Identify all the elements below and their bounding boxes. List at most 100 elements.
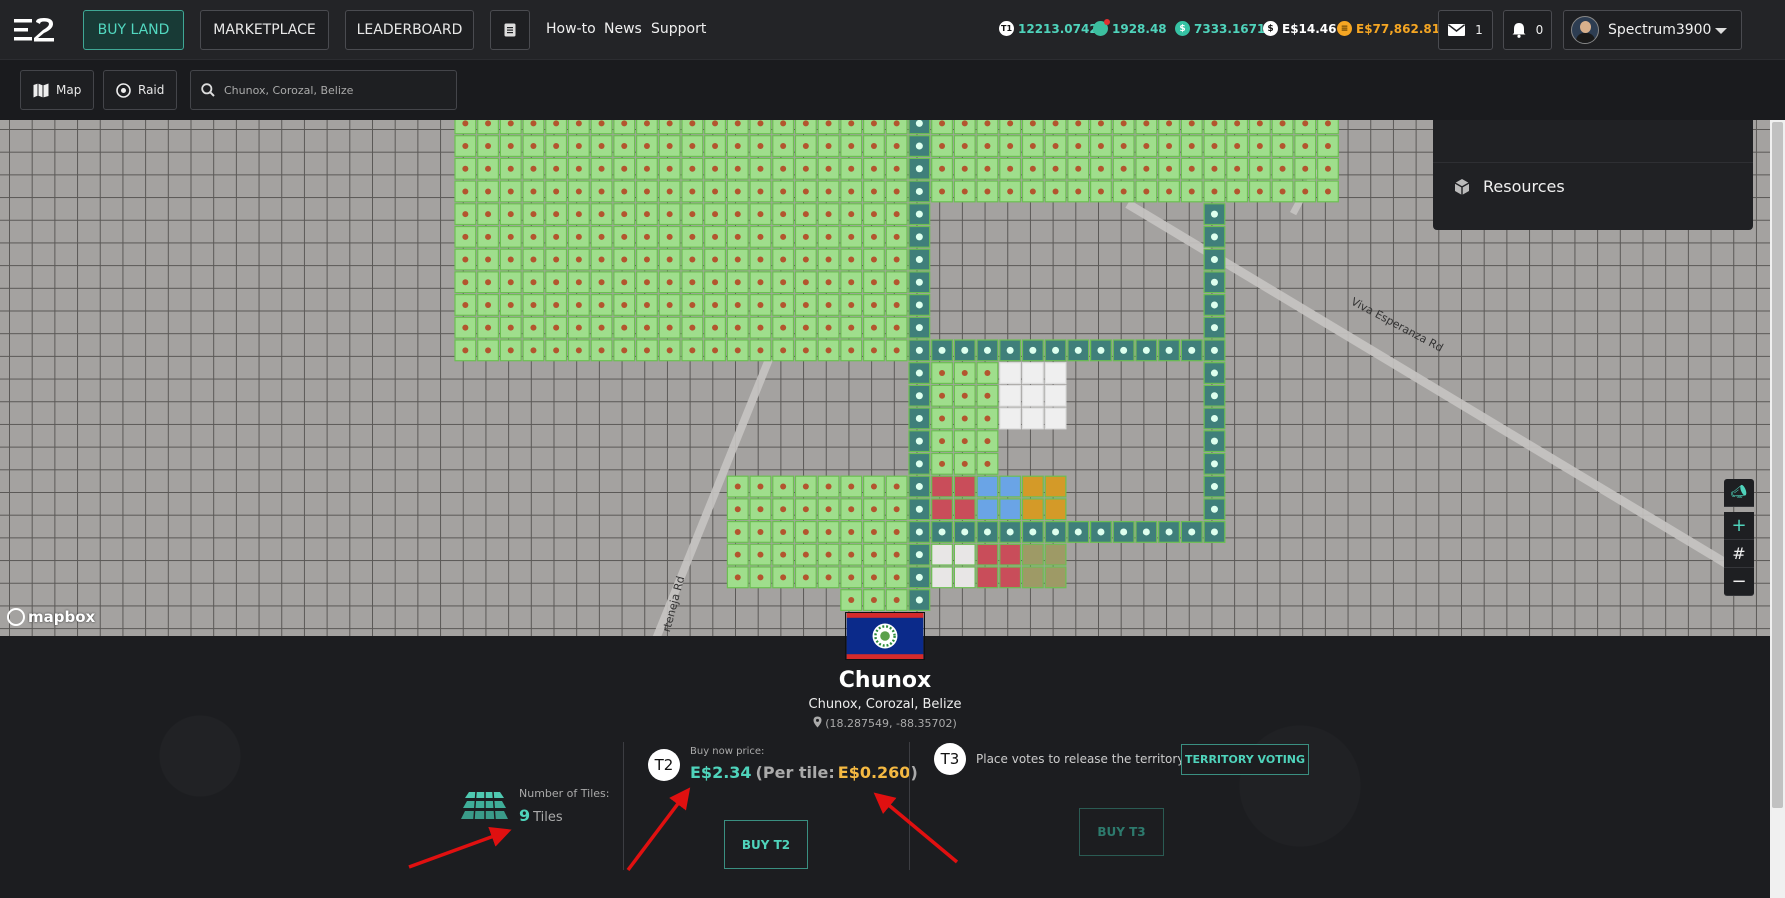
map-tile[interactable] bbox=[749, 316, 772, 339]
map-tile[interactable] bbox=[1089, 157, 1112, 180]
map-tile[interactable] bbox=[704, 248, 727, 271]
map-tile[interactable] bbox=[658, 180, 681, 203]
map-tile[interactable] bbox=[1203, 180, 1226, 203]
map-tile[interactable] bbox=[976, 543, 999, 566]
map-tile[interactable] bbox=[953, 452, 976, 475]
map-tile[interactable] bbox=[772, 135, 795, 158]
map-tile[interactable] bbox=[477, 271, 500, 294]
map-tile[interactable] bbox=[817, 543, 840, 566]
map-tile[interactable] bbox=[1112, 339, 1135, 362]
map-tile[interactable] bbox=[976, 135, 999, 158]
map-tile[interactable] bbox=[613, 135, 636, 158]
map-tile[interactable] bbox=[567, 271, 590, 294]
map-tile[interactable] bbox=[1271, 120, 1294, 135]
map-tile[interactable] bbox=[1067, 339, 1090, 362]
scrollbar-thumb[interactable] bbox=[1772, 122, 1783, 808]
map-tile[interactable] bbox=[908, 384, 931, 407]
map-tile[interactable] bbox=[454, 135, 477, 158]
map-tile[interactable] bbox=[862, 316, 885, 339]
map-tile[interactable] bbox=[1021, 157, 1044, 180]
map-tile[interactable] bbox=[1044, 120, 1067, 135]
map-tile[interactable] bbox=[1089, 180, 1112, 203]
map-tile[interactable] bbox=[862, 339, 885, 362]
map-tile[interactable] bbox=[658, 339, 681, 362]
map-tile[interactable] bbox=[1135, 339, 1158, 362]
map-tile[interactable] bbox=[931, 407, 954, 430]
map-tile[interactable] bbox=[1067, 180, 1090, 203]
map-tile[interactable] bbox=[885, 521, 908, 543]
map-tile[interactable] bbox=[658, 120, 681, 135]
map-tile[interactable] bbox=[1203, 203, 1226, 226]
map-tile[interactable] bbox=[477, 225, 500, 248]
map-tile[interactable] bbox=[908, 339, 931, 362]
map-tile[interactable] bbox=[1135, 135, 1158, 158]
map-tile[interactable] bbox=[772, 498, 795, 521]
location-search[interactable] bbox=[190, 70, 457, 110]
map-tile[interactable] bbox=[885, 203, 908, 226]
map-tile[interactable] bbox=[976, 120, 999, 135]
map-tile[interactable] bbox=[658, 135, 681, 158]
map-tile[interactable] bbox=[635, 248, 658, 271]
map-tile[interactable] bbox=[726, 203, 749, 226]
map-tile[interactable] bbox=[931, 120, 954, 135]
map-tile[interactable] bbox=[885, 498, 908, 521]
map-tile[interactable] bbox=[976, 566, 999, 589]
map-tile[interactable] bbox=[590, 120, 613, 135]
map-tile[interactable] bbox=[704, 271, 727, 294]
map-tile[interactable] bbox=[999, 407, 1022, 430]
map-tile[interactable] bbox=[772, 339, 795, 362]
map-tile[interactable] bbox=[953, 475, 976, 498]
map-tile[interactable] bbox=[681, 135, 704, 158]
map-tile[interactable] bbox=[1089, 120, 1112, 135]
map-tile[interactable] bbox=[862, 475, 885, 498]
map-tile[interactable] bbox=[1294, 135, 1317, 158]
map-tile[interactable] bbox=[749, 135, 772, 158]
map-tile[interactable] bbox=[635, 294, 658, 316]
map-tile[interactable] bbox=[840, 157, 863, 180]
map-tile[interactable] bbox=[567, 316, 590, 339]
map-tile[interactable] bbox=[862, 135, 885, 158]
map-tile[interactable] bbox=[1248, 180, 1271, 203]
map-tile[interactable] bbox=[817, 316, 840, 339]
map-tile[interactable] bbox=[953, 120, 976, 135]
map-tile[interactable] bbox=[976, 157, 999, 180]
map-tile[interactable] bbox=[885, 339, 908, 362]
stat-t1[interactable]: T1 12213.0742 bbox=[999, 21, 1098, 36]
map-tile[interactable] bbox=[817, 135, 840, 158]
map-tile[interactable] bbox=[817, 120, 840, 135]
map-tile[interactable] bbox=[658, 225, 681, 248]
map-tile[interactable] bbox=[953, 135, 976, 158]
map-tile[interactable] bbox=[885, 543, 908, 566]
map-tile[interactable] bbox=[590, 316, 613, 339]
map-tile[interactable] bbox=[885, 225, 908, 248]
map-tile[interactable] bbox=[1203, 498, 1226, 521]
map-tile[interactable] bbox=[885, 157, 908, 180]
map-tile[interactable] bbox=[749, 248, 772, 271]
map-tile[interactable] bbox=[840, 339, 863, 362]
map-tile[interactable] bbox=[1044, 180, 1067, 203]
map-tile[interactable] bbox=[658, 271, 681, 294]
map-tile[interactable] bbox=[794, 120, 817, 135]
map-tile[interactable] bbox=[635, 225, 658, 248]
map-tile[interactable] bbox=[1044, 475, 1067, 498]
map-tile[interactable] bbox=[477, 316, 500, 339]
map-tile[interactable] bbox=[726, 248, 749, 271]
map-tile[interactable] bbox=[499, 157, 522, 180]
map-tile[interactable] bbox=[794, 271, 817, 294]
map-tile[interactable] bbox=[1248, 135, 1271, 158]
map-tile[interactable] bbox=[704, 180, 727, 203]
map-tile[interactable] bbox=[1158, 120, 1180, 135]
map-tile[interactable] bbox=[522, 135, 545, 158]
map-tile[interactable] bbox=[1158, 521, 1180, 543]
map-tile[interactable] bbox=[1021, 521, 1044, 543]
map-tile[interactable] bbox=[908, 452, 931, 475]
map-tile[interactable] bbox=[999, 135, 1022, 158]
map-tile[interactable] bbox=[726, 135, 749, 158]
map-tile[interactable] bbox=[477, 203, 500, 226]
map-tile[interactable] bbox=[817, 294, 840, 316]
map-tile[interactable] bbox=[794, 135, 817, 158]
map-tile[interactable] bbox=[1203, 294, 1226, 316]
map-tile[interactable] bbox=[1044, 339, 1067, 362]
map-tile[interactable] bbox=[1112, 135, 1135, 158]
map-tile[interactable] bbox=[862, 157, 885, 180]
